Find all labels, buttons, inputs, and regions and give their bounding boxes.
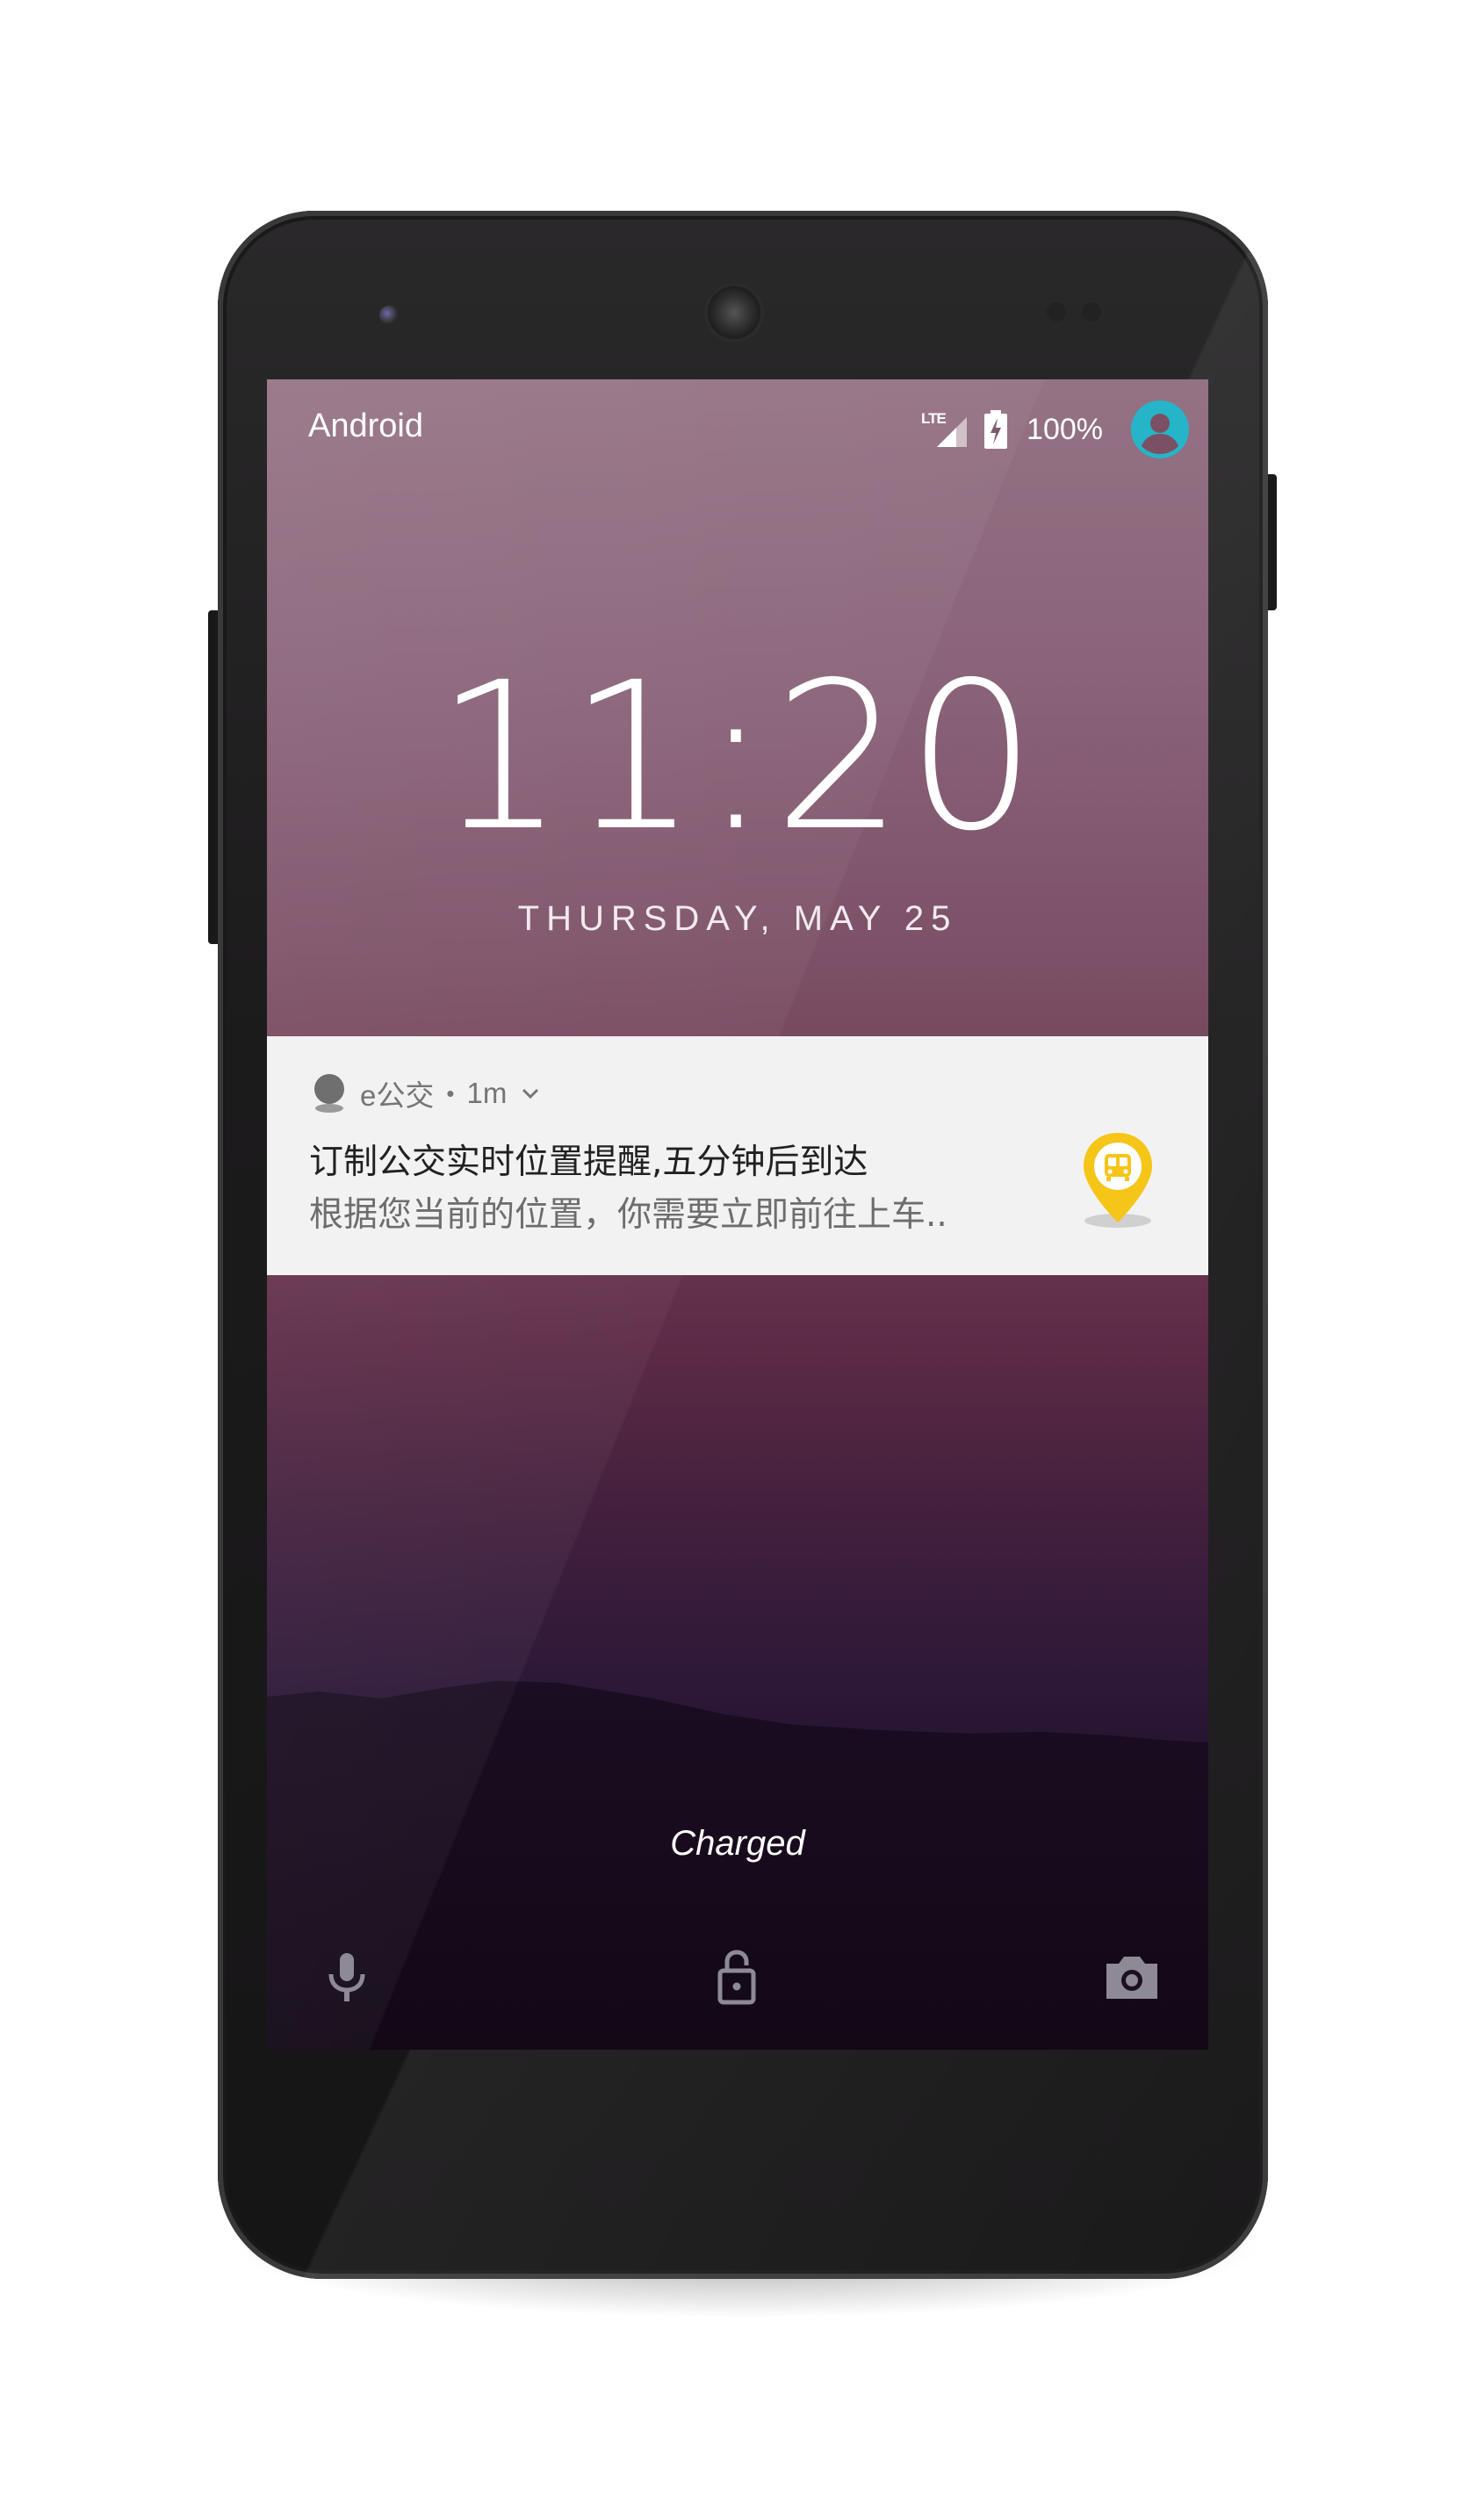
camera-icon[interactable] <box>1101 1946 1163 2008</box>
notification-app-name: e公交 <box>360 1079 435 1112</box>
bus-location-pin-icon <box>1084 1133 1152 1228</box>
lock-clock: 11:20 <box>435 638 1041 876</box>
earpiece-speaker <box>708 286 760 339</box>
notification-title: 订制公交实时位置提醒,五分钟后到达 <box>309 1143 868 1182</box>
mic-icon[interactable] <box>316 1946 378 2008</box>
notification-time: 1m <box>466 1077 508 1109</box>
battery-charging-icon <box>984 410 1008 449</box>
notification-card[interactable]: e公交 • 1m 订制公交实时位置提醒,五分钟后到达 根据您当前的位置，你需要立… <box>267 1036 1208 1275</box>
status-bar: Android LTE 100% <box>267 379 1208 485</box>
lock-screen: Android LTE 100% 11:20 THURSDAY, MAY 25 … <box>267 379 1208 2050</box>
sensor <box>1047 302 1066 321</box>
carrier-label: Android <box>308 407 423 444</box>
front-camera <box>379 306 399 325</box>
unlock-icon[interactable] <box>706 1946 767 2008</box>
notification-header: e公交 • 1m <box>311 1071 542 1115</box>
lock-date: THURSDAY, MAY 25 <box>517 899 958 938</box>
chevron-down-icon[interactable] <box>519 1082 542 1105</box>
lte-signal-icon: LTE <box>921 408 970 451</box>
notification-separator: • <box>446 1079 455 1107</box>
notification-body: 根据您当前的位置，你需要立即前往上车.. <box>309 1195 947 1235</box>
sensor <box>1082 302 1101 321</box>
status-icons: LTE 100% <box>921 399 1189 460</box>
charging-status: Charged <box>670 1824 805 1863</box>
device-mockup: Android LTE 100% 11:20 THURSDAY, MAY 25 … <box>0 0 1484 2509</box>
app-small-icon <box>314 1074 344 1113</box>
battery-percent: 100% <box>1027 412 1103 446</box>
user-avatar-icon[interactable] <box>1131 400 1189 458</box>
